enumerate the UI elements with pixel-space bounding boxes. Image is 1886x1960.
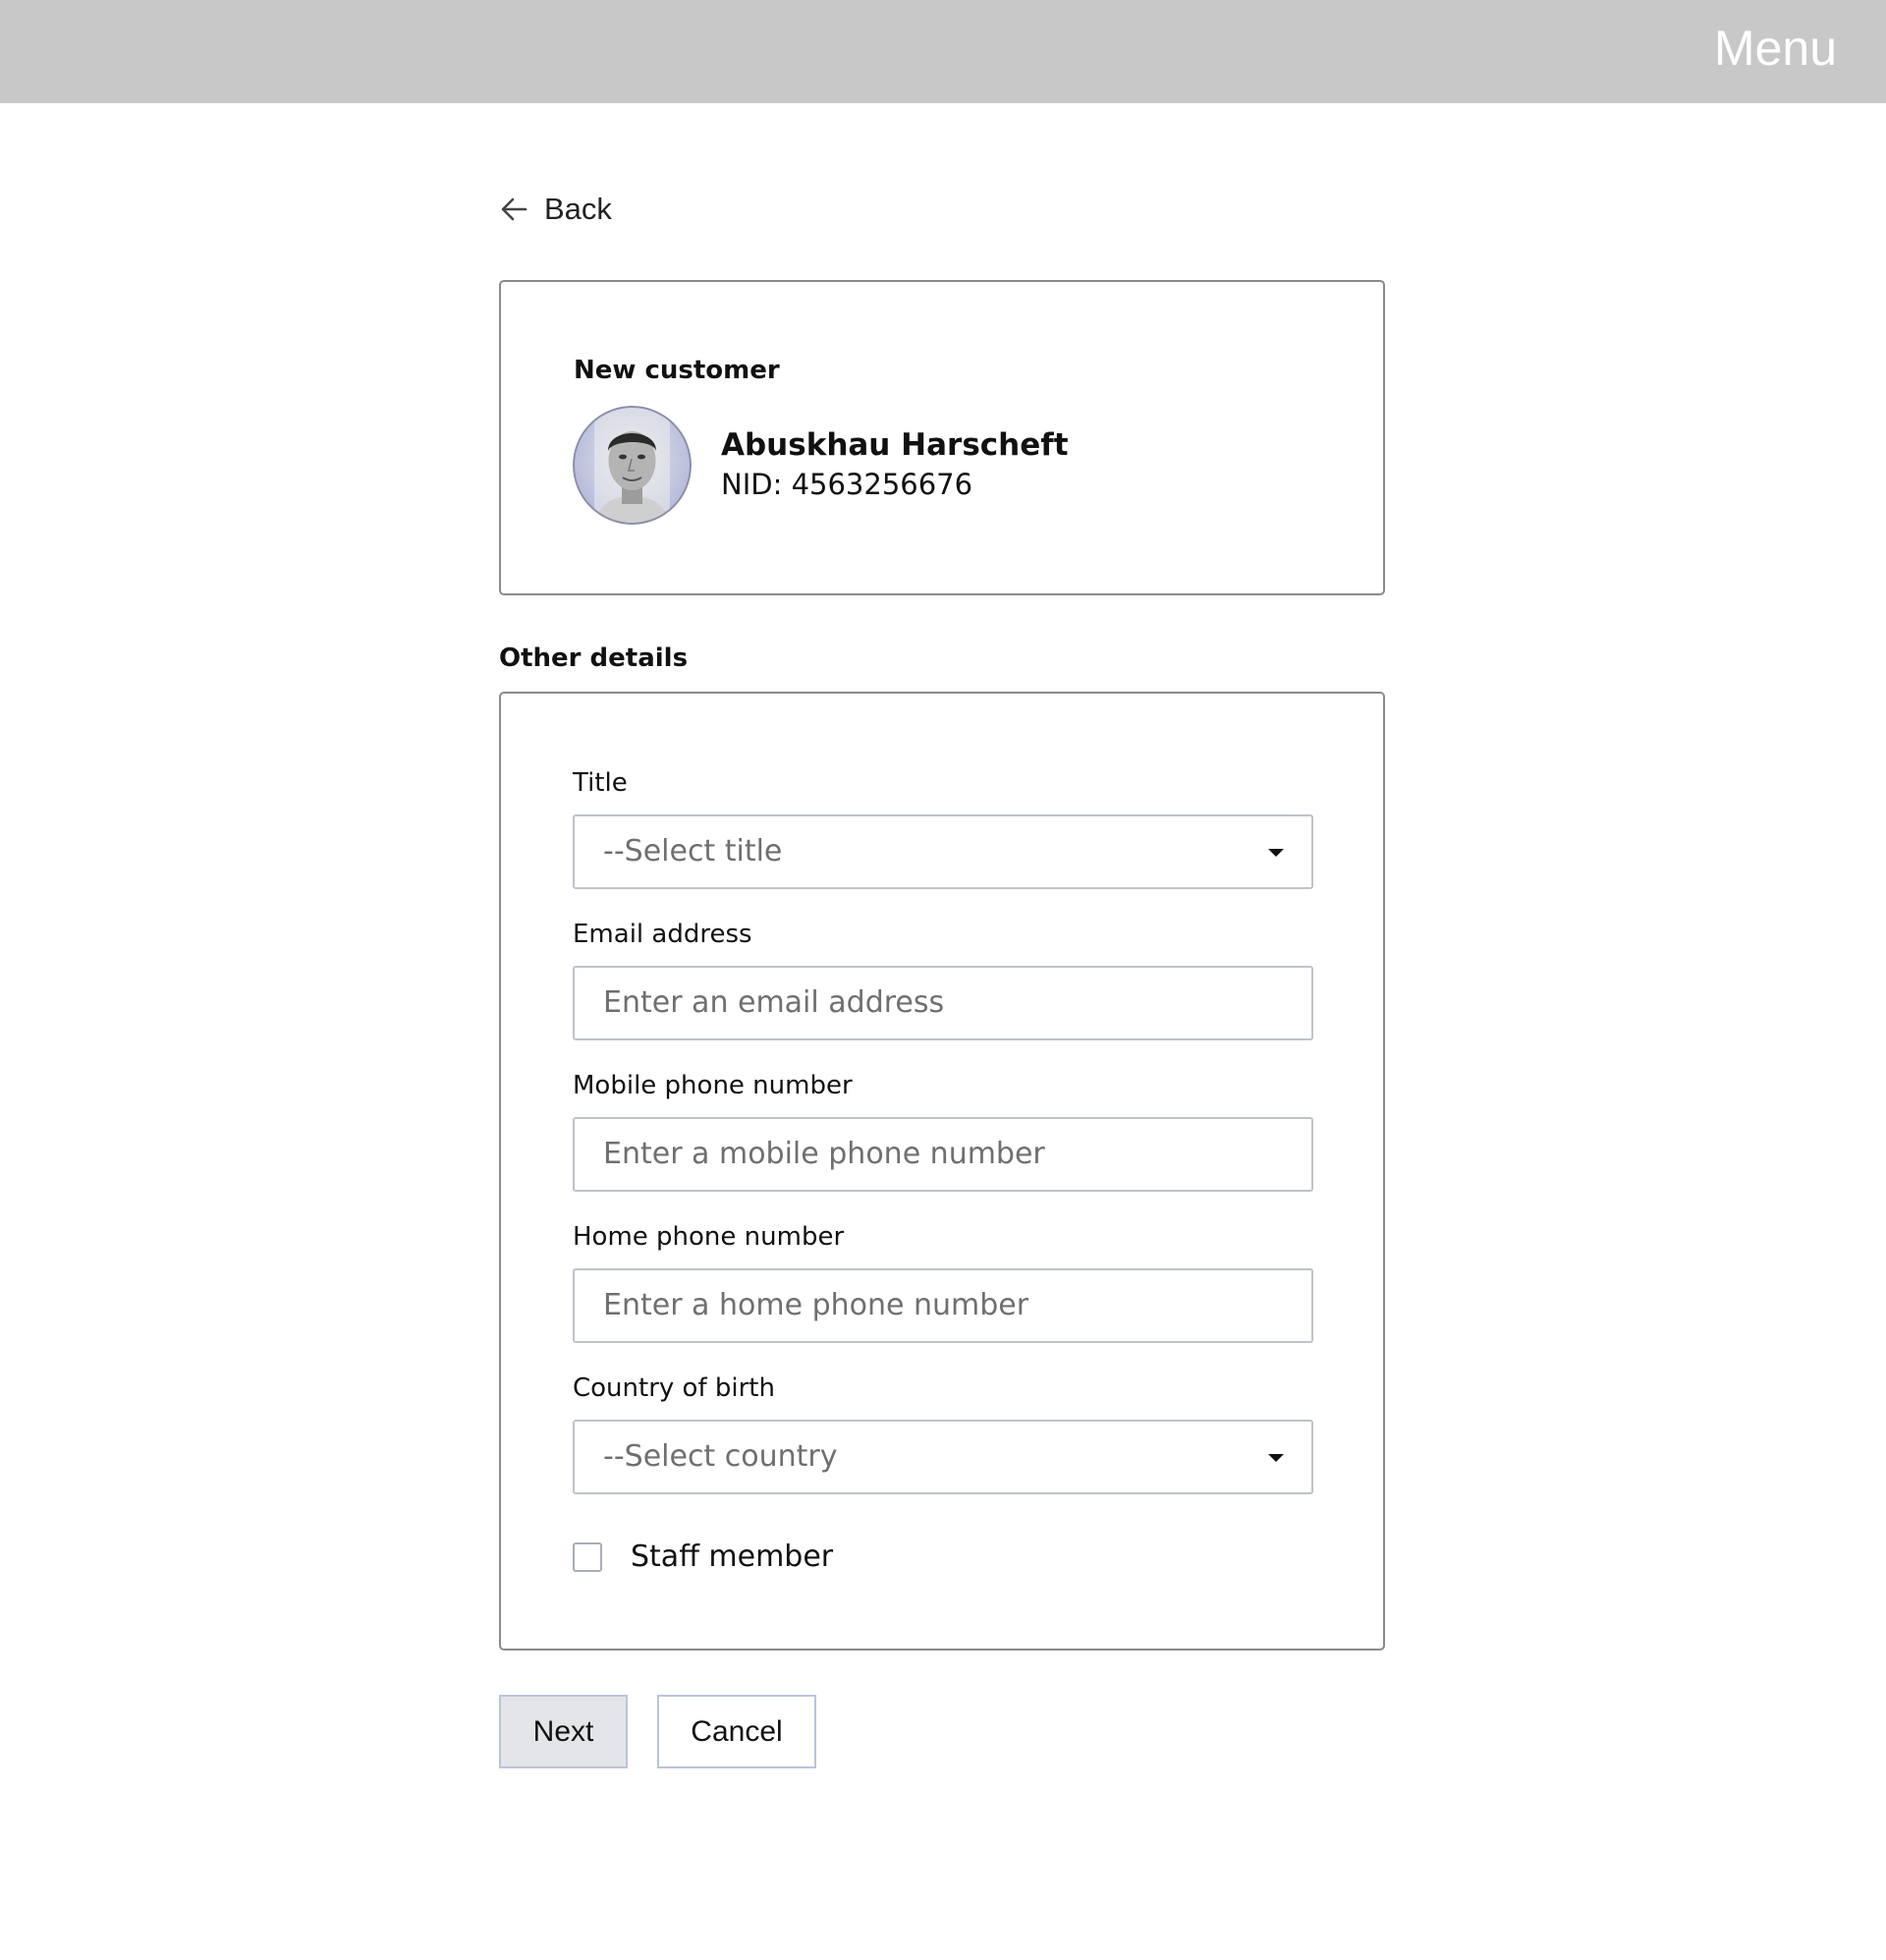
- next-button[interactable]: Next: [499, 1695, 628, 1768]
- title-select[interactable]: --Select title: [573, 814, 1313, 889]
- top-bar: Menu: [0, 0, 1886, 103]
- email-field[interactable]: Enter an email address: [573, 966, 1313, 1040]
- home-phone-placeholder: Enter a home phone number: [603, 1288, 1029, 1322]
- back-label: Back: [544, 192, 612, 226]
- country-select-value: --Select country: [603, 1439, 838, 1474]
- staff-member-checkbox[interactable]: [573, 1541, 602, 1572]
- home-phone-label: Home phone number: [573, 1222, 845, 1252]
- section-heading: Other details: [499, 644, 689, 673]
- title-select-value: --Select title: [603, 834, 783, 868]
- arrow-left-icon: [501, 197, 527, 221]
- customer-nid: NID: 4563256676: [721, 468, 973, 501]
- card-heading: New customer: [574, 356, 780, 385]
- menu-button[interactable]: Menu: [1714, 22, 1837, 76]
- email-placeholder: Enter an email address: [603, 985, 945, 1020]
- chevron-down-icon: [1268, 1454, 1284, 1462]
- customer-card: New customer Abuskhau Harscheft NID: 456…: [499, 280, 1385, 595]
- title-label: Title: [573, 768, 628, 798]
- country-select[interactable]: --Select country: [573, 1420, 1313, 1494]
- home-phone-field[interactable]: Enter a home phone number: [573, 1268, 1313, 1343]
- chevron-down-icon: [1268, 849, 1284, 857]
- mobile-phone-label: Mobile phone number: [573, 1071, 853, 1100]
- details-card: Title --Select title Email address Enter…: [499, 692, 1385, 1651]
- customer-name: Abuskhau Harscheft: [721, 427, 1069, 463]
- back-link[interactable]: Back: [499, 192, 612, 227]
- staff-member-option[interactable]: Staff member: [573, 1540, 833, 1574]
- cancel-button[interactable]: Cancel: [657, 1695, 816, 1768]
- staff-member-label: Staff member: [631, 1540, 834, 1574]
- avatar: [573, 406, 692, 525]
- mobile-phone-field[interactable]: Enter a mobile phone number: [573, 1117, 1313, 1192]
- email-label: Email address: [573, 920, 752, 949]
- mobile-phone-placeholder: Enter a mobile phone number: [603, 1137, 1045, 1171]
- country-label: Country of birth: [573, 1373, 775, 1403]
